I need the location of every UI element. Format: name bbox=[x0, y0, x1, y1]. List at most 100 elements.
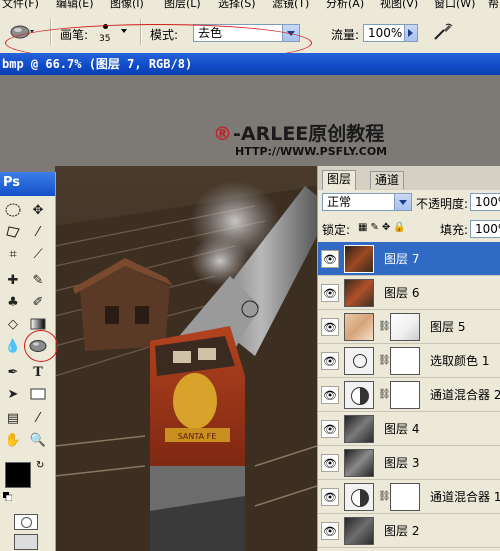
zoom-tool-icon[interactable]: 🔍 bbox=[28, 430, 48, 450]
ps-logo: Ps bbox=[3, 175, 21, 190]
layer-mask-thumbnail[interactable] bbox=[390, 483, 420, 511]
eye-icon[interactable]: 👁 bbox=[321, 420, 339, 438]
eye-icon[interactable]: 👁 bbox=[321, 250, 339, 268]
menu-edit[interactable]: 编辑(E) bbox=[56, 0, 94, 9]
options-bar: 画笔: 35 模式: 去色 流量: 100% bbox=[0, 11, 500, 62]
hand-tool-icon[interactable]: ✋ bbox=[3, 430, 23, 450]
tab-channels[interactable]: 通道 bbox=[370, 171, 405, 189]
type-tool-icon[interactable]: T bbox=[28, 362, 48, 382]
layer-row[interactable]: 👁 图层 3 bbox=[318, 446, 500, 480]
lock-position-icon[interactable]: ✥ bbox=[382, 222, 393, 233]
eye-icon[interactable]: 👁 bbox=[321, 454, 339, 472]
chevron-down-icon bbox=[394, 194, 411, 210]
lock-all-icon[interactable]: 🔒 bbox=[393, 222, 408, 233]
menu-help[interactable]: 帮 bbox=[488, 0, 499, 9]
brush-tool-icon[interactable]: ✎ bbox=[28, 270, 48, 290]
highlight-circle bbox=[24, 330, 58, 362]
layer-mask-thumbnail[interactable] bbox=[390, 313, 420, 341]
lock-transparency-icon[interactable]: ▦ bbox=[358, 222, 370, 233]
slice-tool-icon[interactable]: ⟋ bbox=[28, 244, 48, 264]
default-colors-icon[interactable] bbox=[3, 490, 13, 502]
menu-select[interactable]: 选择(S) bbox=[218, 0, 256, 9]
layer-row[interactable]: 👁 ⛓ 通道混合器 1 bbox=[318, 480, 500, 514]
fill-value: 100% bbox=[475, 222, 500, 236]
healing-brush-icon[interactable]: ✚ bbox=[3, 270, 23, 290]
link-icon: ⛓ bbox=[378, 355, 391, 366]
link-icon: ⛓ bbox=[378, 389, 391, 400]
shape-tool-icon[interactable] bbox=[28, 384, 48, 404]
move-tool-icon[interactable]: ✥ bbox=[28, 200, 48, 220]
layer-name: 选取颜色 1 bbox=[430, 354, 490, 368]
tab-layers[interactable]: 图层 bbox=[322, 170, 357, 190]
marquee-tool-icon[interactable] bbox=[3, 200, 23, 220]
eye-icon[interactable]: 👁 bbox=[321, 386, 339, 404]
lock-icons[interactable]: ▦✎✥🔒 bbox=[358, 222, 409, 233]
eye-icon[interactable]: 👁 bbox=[321, 318, 339, 336]
toolbox: Ps ✥ ⁄ ⌗ ⟋ ✚ ✎ ♣ ✐ ◇ 💧 ✒ T ➤ ▤ ⁄ ✋ 🔍 ↻ bbox=[0, 172, 58, 551]
eye-icon[interactable]: 👁 bbox=[321, 488, 339, 506]
opacity-value: 100% bbox=[475, 195, 500, 209]
fill-label: 填充: bbox=[440, 223, 469, 237]
svg-text:SANTA FE: SANTA FE bbox=[178, 432, 217, 441]
eye-icon[interactable]: 👁 bbox=[321, 522, 339, 540]
quick-mask-icon[interactable] bbox=[14, 514, 38, 530]
eye-icon[interactable]: 👁 bbox=[321, 284, 339, 302]
path-select-icon[interactable]: ➤ bbox=[3, 384, 23, 404]
fill-input[interactable]: 100% bbox=[470, 220, 500, 238]
screen-mode-icon[interactable] bbox=[14, 534, 38, 550]
history-brush-icon[interactable]: ✐ bbox=[28, 292, 48, 312]
opacity-label: 不透明度: bbox=[416, 197, 469, 211]
layer-thumbnail bbox=[344, 279, 374, 307]
menu-image[interactable]: 图像(I) bbox=[110, 0, 144, 9]
menu-layer[interactable]: 图层(L) bbox=[164, 0, 201, 9]
blur-tool-icon[interactable]: 💧 bbox=[3, 336, 23, 356]
toolbox-header[interactable]: Ps bbox=[0, 172, 55, 196]
layer-row[interactable]: 👁 图层 7 bbox=[318, 242, 500, 276]
foreground-color[interactable] bbox=[5, 462, 31, 488]
layer-name: 图层 5 bbox=[430, 320, 466, 334]
menu-analysis[interactable]: 分析(A) bbox=[326, 0, 364, 9]
flow-input[interactable]: 100% bbox=[363, 24, 418, 42]
layer-thumbnail bbox=[344, 415, 374, 443]
menu-file[interactable]: 文件(F) bbox=[2, 0, 39, 9]
blend-mode-select[interactable]: 正常 bbox=[322, 193, 412, 211]
notes-tool-icon[interactable]: ▤ bbox=[3, 408, 23, 428]
crop-tool-icon[interactable]: ⌗ bbox=[3, 244, 23, 264]
menu-filter[interactable]: 滤镜(T) bbox=[272, 0, 309, 9]
menu-bar: 文件(F) 编辑(E) 图像(I) 图层(L) 选择(S) 滤镜(T) 分析(A… bbox=[0, 0, 500, 11]
layer-row[interactable]: 👁 ⛓ 选取颜色 1 bbox=[318, 344, 500, 378]
clone-stamp-icon[interactable]: ♣ bbox=[3, 292, 23, 312]
layer-mask-thumbnail[interactable] bbox=[390, 381, 420, 409]
opacity-input[interactable]: 100% bbox=[470, 193, 500, 211]
eyedropper-icon[interactable]: ⁄ bbox=[28, 408, 48, 428]
layer-row[interactable]: 👁 ⛓ 通道混合器 2 bbox=[318, 378, 500, 412]
lock-paint-icon[interactable]: ✎ bbox=[370, 222, 381, 233]
lasso-tool-icon[interactable] bbox=[3, 222, 23, 242]
magic-wand-icon[interactable]: ⁄ bbox=[28, 222, 48, 242]
flow-slider-button[interactable] bbox=[404, 25, 417, 41]
train-photo[interactable]: SANTA FE bbox=[55, 166, 317, 551]
watermark-mark: ® bbox=[213, 123, 232, 145]
menu-window[interactable]: 窗口(W) bbox=[434, 0, 475, 9]
swap-colors-icon[interactable]: ↻ bbox=[36, 460, 44, 471]
eye-icon[interactable]: 👁 bbox=[321, 352, 339, 370]
layers-panel-tabs: 图层 通道 bbox=[318, 166, 500, 190]
layer-row[interactable]: 👁 图层 2 bbox=[318, 514, 500, 548]
pen-tool-icon[interactable]: ✒ bbox=[3, 362, 23, 382]
layers-panel: 图层 通道 正常 不透明度: 100% 锁定: ▦✎✥🔒 填充: 100% 👁 … bbox=[317, 166, 500, 551]
layer-name: 图层 4 bbox=[384, 422, 420, 436]
layer-row[interactable]: 👁 ⛓ 图层 5 bbox=[318, 310, 500, 344]
layer-name: 图层 2 bbox=[384, 524, 420, 538]
layer-row[interactable]: 👁 图层 4 bbox=[318, 412, 500, 446]
layer-row[interactable]: 👁 图层 6 bbox=[318, 276, 500, 310]
layer-mask-thumbnail[interactable] bbox=[390, 347, 420, 375]
airbrush-icon[interactable] bbox=[432, 22, 454, 42]
layer-name: 图层 6 bbox=[384, 286, 420, 300]
layer-name: 通道混合器 2 bbox=[430, 388, 500, 402]
layer-thumbnail bbox=[344, 245, 374, 273]
watermark-url: HTTP://WWW.PSFLY.COM bbox=[235, 145, 388, 158]
eraser-tool-icon[interactable]: ◇ bbox=[3, 314, 23, 334]
layer-name: 图层 7 bbox=[384, 252, 420, 266]
menu-view[interactable]: 视图(V) bbox=[380, 0, 418, 9]
document-title-bar: bmp @ 66.7% (图层 7, RGB/8) bbox=[0, 53, 500, 75]
